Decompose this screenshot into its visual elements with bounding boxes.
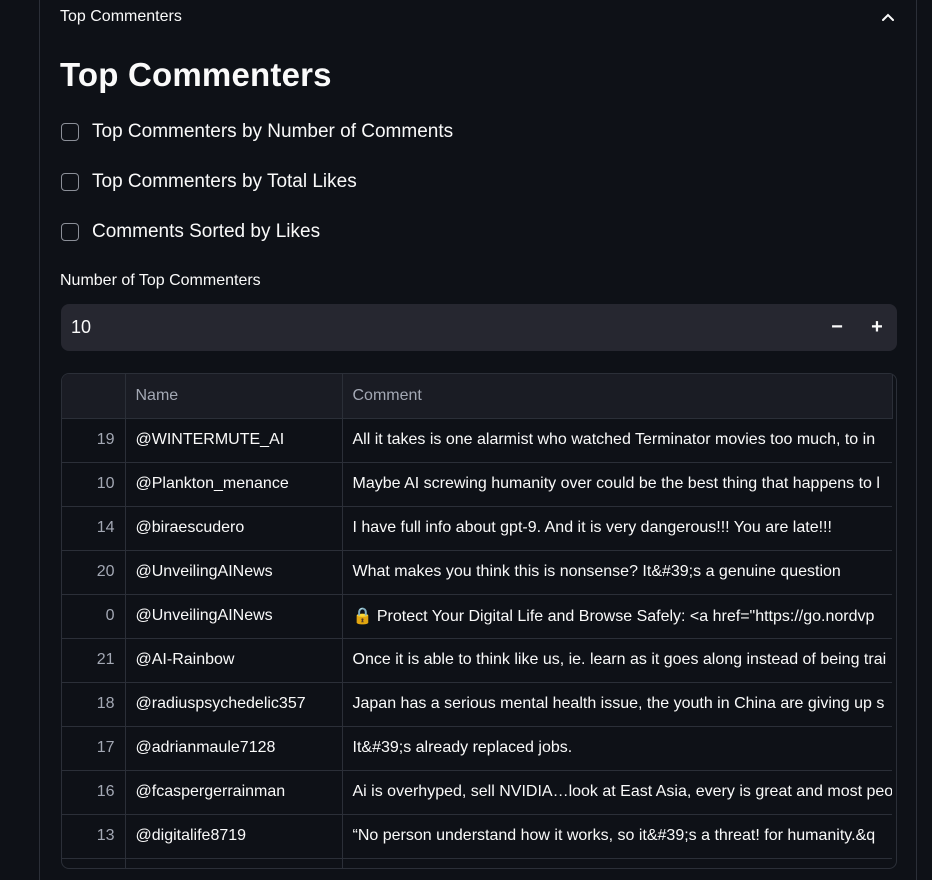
comment-cell[interactable]: All it takes is one alarmist who watched… xyxy=(342,418,892,463)
table-row[interactable]: 14 @biraescudero I have full info about gp… xyxy=(62,506,892,551)
page-title: Top Commenters xyxy=(60,56,332,93)
table-row[interactable] xyxy=(62,858,892,868)
checkbox-label: Top Commenters by Number of Comments xyxy=(92,121,454,142)
row-index[interactable]: 20 xyxy=(62,550,126,595)
comment-cell[interactable]: I have full info about gpt-9. And it is … xyxy=(342,506,892,551)
checkbox-by-total-likes[interactable]: Top Commenters by Total Likes xyxy=(60,167,357,197)
table-row[interactable]: 20 @UnveilingAINews What makes you think t… xyxy=(62,550,892,595)
comment-cell[interactable]: It&#39;s already replaced jobs. xyxy=(342,726,892,771)
resize-handle-icon[interactable] xyxy=(888,860,896,868)
comment-cell[interactable]: Ai is overhyped, sell NVIDIA…look at Eas… xyxy=(342,770,892,815)
column-header-name[interactable]: Name xyxy=(125,374,343,419)
table-row[interactable]: 17 @adrianmaule7128 It&#39;s already repla… xyxy=(62,726,892,771)
checkbox-by-number-of-comments[interactable]: Top Commenters by Number of Comments xyxy=(60,117,453,147)
chevron-up-icon[interactable] xyxy=(880,9,896,25)
comment-cell[interactable]: 🔒 Protect Your Digital Life and Browse S… xyxy=(342,594,892,639)
expander-header[interactable]: Top Commenters xyxy=(60,5,896,29)
row-index[interactable]: 13 xyxy=(62,814,126,859)
table-row[interactable]: 0 @UnveilingAINews 🔒 Protect Your Digital … xyxy=(62,594,892,639)
comment-cell[interactable]: What makes you think this is nonsense? I… xyxy=(342,550,892,595)
name-cell[interactable]: @WINTERMUTE_AI xyxy=(125,418,343,463)
checkbox-label: Top Commenters by Total Likes xyxy=(92,171,357,192)
row-index[interactable]: 18 xyxy=(62,682,126,727)
table-header-row: Name Comment xyxy=(62,374,893,419)
number-input-value[interactable]: 10 xyxy=(71,317,817,338)
row-index[interactable]: 0 xyxy=(62,594,126,639)
name-cell[interactable]: @Plankton_menance xyxy=(125,462,343,507)
name-cell[interactable]: @adrianmaule7128 xyxy=(125,726,343,771)
number-of-top-commenters-input[interactable]: 10 − + xyxy=(61,304,897,351)
row-index[interactable]: 14 xyxy=(62,506,126,551)
checkbox-box[interactable] xyxy=(61,223,79,241)
column-header-index[interactable] xyxy=(62,374,126,419)
comment-cell[interactable]: Maybe AI screwing humanity over could be… xyxy=(342,462,892,507)
table-row[interactable]: 10 @Plankton_menance Maybe AI screwing hum… xyxy=(62,462,892,507)
comment-cell[interactable]: Japan has a serious mental health issue,… xyxy=(342,682,892,727)
column-header-comment[interactable]: Comment xyxy=(342,374,893,419)
name-cell[interactable]: @UnveilingAINews xyxy=(125,550,343,595)
number-input-label: Number of Top Commenters xyxy=(60,272,261,289)
row-index[interactable]: 17 xyxy=(62,726,126,771)
checkbox-label: Comments Sorted by Likes xyxy=(92,221,321,242)
checkbox-sorted-by-likes[interactable]: Comments Sorted by Likes xyxy=(60,217,320,247)
name-cell[interactable]: @radiuspsychedelic357 xyxy=(125,682,343,727)
table-row[interactable]: 16 @fcaspergerrainman Ai is overhyped, sel… xyxy=(62,770,892,815)
row-index[interactable]: 16 xyxy=(62,770,126,815)
row-index[interactable]: 19 xyxy=(62,418,126,463)
comment-cell[interactable]: “No person understand how it works, so i… xyxy=(342,814,892,859)
data-table[interactable]: Name Comment 19 @WINTERMUTE_AI All it take… xyxy=(61,373,897,869)
checkbox-box[interactable] xyxy=(61,123,79,141)
name-cell[interactable]: @digitalife8719 xyxy=(125,814,343,859)
row-index[interactable]: 10 xyxy=(62,462,126,507)
table-row[interactable]: 13 @digitalife8719 “No person understand h… xyxy=(62,814,892,859)
name-cell[interactable]: @UnveilingAINews xyxy=(125,594,343,639)
name-cell[interactable]: @AI-Rainbow xyxy=(125,638,343,683)
row-index[interactable] xyxy=(62,858,126,868)
table-row[interactable]: 19 @WINTERMUTE_AI All it takes is one alar… xyxy=(62,418,892,463)
increment-button[interactable]: + xyxy=(857,304,897,351)
table-row[interactable]: 18 @radiuspsychedelic357 Japan has a serio… xyxy=(62,682,892,727)
row-index[interactable]: 21 xyxy=(62,638,126,683)
checkbox-box[interactable] xyxy=(61,173,79,191)
comment-cell[interactable] xyxy=(342,858,892,868)
name-cell[interactable]: @biraescudero xyxy=(125,506,343,551)
table-row[interactable]: 21 @AI-Rainbow Once it is able to think li… xyxy=(62,638,892,683)
name-cell[interactable]: @fcaspergerrainman xyxy=(125,770,343,815)
expander-title: Top Commenters xyxy=(60,8,182,25)
name-cell[interactable] xyxy=(125,858,343,868)
comment-cell[interactable]: Once it is able to think like us, ie. le… xyxy=(342,638,892,683)
decrement-button[interactable]: − xyxy=(817,304,857,351)
